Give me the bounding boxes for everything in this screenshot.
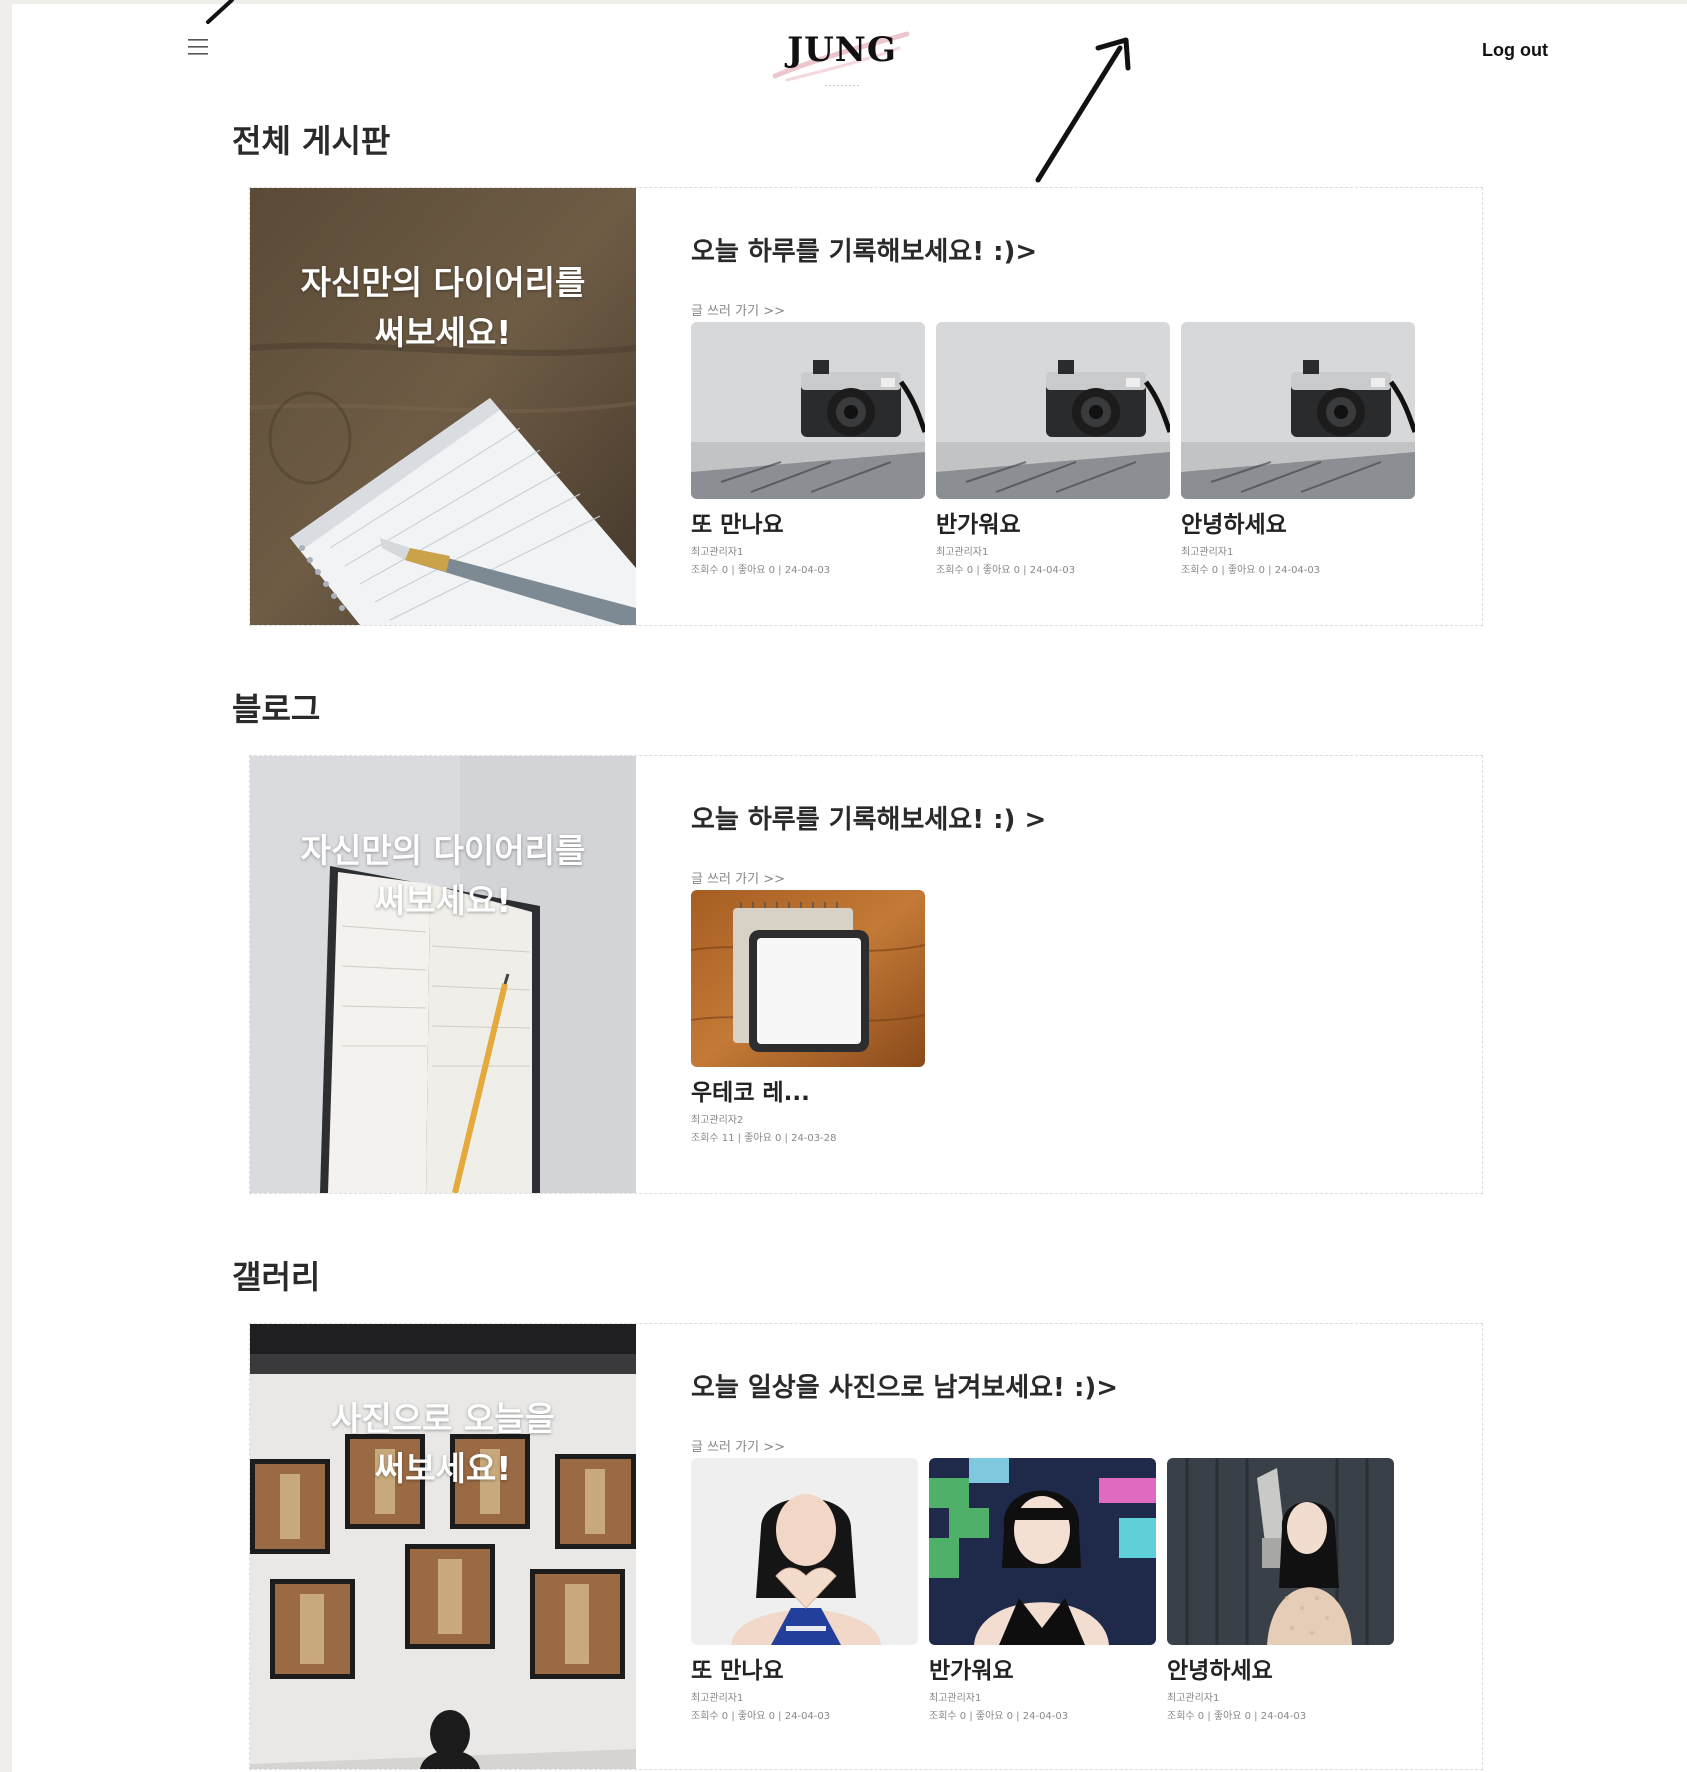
- post-title: 안녕하세요: [1167, 1658, 1273, 1684]
- banner-image-gallery-wall[interactable]: 사진으로 오늘을 써보세요!: [250, 1324, 636, 1769]
- write-post-link[interactable]: 글 쓰러 가기 >>: [691, 300, 785, 319]
- banner-image-planner-pencil[interactable]: 자신만의 다이어리를 써보세요!: [250, 756, 636, 1193]
- post-card[interactable]: 안녕하세요 최고관리자1 조회수 0 | 좋아요 0 | 24-04-03: [1181, 322, 1415, 576]
- post-thumbnail-photo: [1167, 1458, 1394, 1645]
- logo[interactable]: JUNG: [767, 26, 917, 86]
- banner-text-line2: 써보세요!: [374, 881, 512, 920]
- post-meta: 조회수 0 | 좋아요 0 | 24-04-03: [1167, 1711, 1307, 1722]
- section-title-gallery: 갤러리: [232, 1258, 321, 1296]
- section-title-blog: 블로그: [232, 690, 321, 728]
- board-card-blog: 자신만의 다이어리를 써보세요! 오늘 하루를 기록해보세요! :) > 글 쓰…: [249, 755, 1483, 1194]
- post-title: 또 만나요: [691, 512, 784, 538]
- post-author: 최고관리자1: [691, 547, 744, 558]
- page: JUNG Log out 전체 게시판 자신만의 다이어리를 써보세요! 오늘 …: [12, 4, 1687, 1772]
- logo-text: JUNG: [787, 30, 897, 70]
- banner-text-line1: 자신만의 다이어리를: [300, 831, 586, 870]
- post-meta: 조회수 0 | 좋아요 0 | 24-04-03: [936, 565, 1076, 576]
- banner-image-notebook-pen[interactable]: 자신만의 다이어리를 써보세요!: [250, 188, 636, 625]
- post-thumbnail-camera: [936, 322, 1170, 499]
- post-title: 안녕하세요: [1181, 512, 1287, 538]
- post-title: 또 만나요: [691, 1658, 784, 1684]
- board-card-all: 자신만의 다이어리를 써보세요! 오늘 하루를 기록해보세요! :)> 글 쓰러…: [249, 187, 1483, 626]
- post-thumbnail-photo: [929, 1458, 1156, 1645]
- board-heading-link[interactable]: 오늘 일상을 사진으로 남겨보세요! :)>: [691, 1367, 1118, 1404]
- board-heading-link[interactable]: 오늘 하루를 기록해보세요! :)>: [691, 231, 1037, 268]
- post-thumbnail-tablet: [691, 890, 925, 1067]
- post-card[interactable]: 반가워요 최고관리자1 조회수 0 | 좋아요 0 | 24-04-03: [929, 1458, 1156, 1722]
- board-card-gallery: 사진으로 오늘을 써보세요! 오늘 일상을 사진으로 남겨보세요! :)> 글 …: [249, 1323, 1483, 1770]
- post-author: 최고관리자1: [691, 1693, 744, 1704]
- board-heading-link[interactable]: 오늘 하루를 기록해보세요! :) >: [691, 799, 1046, 836]
- post-meta: 조회수 0 | 좋아요 0 | 24-04-03: [1181, 565, 1321, 576]
- post-thumbnail-camera: [691, 322, 925, 499]
- write-post-link[interactable]: 글 쓰러 가기 >>: [691, 1436, 785, 1455]
- post-author: 최고관리자1: [1167, 1693, 1220, 1704]
- post-title: 반가워요: [936, 512, 1021, 538]
- write-post-link[interactable]: 글 쓰러 가기 >>: [691, 868, 785, 887]
- hamburger-icon[interactable]: [187, 37, 209, 57]
- post-card[interactable]: 안녕하세요 최고관리자1 조회수 0 | 좋아요 0 | 24-04-03: [1167, 1458, 1394, 1722]
- post-author: 최고관리자1: [1181, 547, 1234, 558]
- banner-text-line1: 자신만의 다이어리를: [300, 263, 586, 302]
- post-card[interactable]: 또 만나요 최고관리자1 조회수 0 | 좋아요 0 | 24-04-03: [691, 322, 925, 576]
- post-card[interactable]: 우테코 레... 최고관리자2 조회수 11 | 좋아요 0 | 24-03-2…: [691, 890, 925, 1144]
- post-meta: 조회수 0 | 좋아요 0 | 24-04-03: [691, 1711, 831, 1722]
- post-title: 우테코 레...: [691, 1080, 810, 1106]
- post-card[interactable]: 반가워요 최고관리자1 조회수 0 | 좋아요 0 | 24-04-03: [936, 322, 1170, 576]
- banner-text-line2: 써보세요!: [374, 313, 512, 352]
- post-title: 반가워요: [929, 1658, 1014, 1684]
- section-title-all-board: 전체 게시판: [232, 122, 391, 160]
- post-thumbnail-camera: [1181, 322, 1415, 499]
- post-meta: 조회수 0 | 좋아요 0 | 24-04-03: [929, 1711, 1069, 1722]
- post-thumbnail-photo: [691, 1458, 918, 1645]
- post-author: 최고관리자1: [936, 547, 989, 558]
- banner-text-line2: 써보세요!: [374, 1449, 512, 1488]
- logout-button[interactable]: Log out: [1482, 40, 1548, 61]
- post-meta: 조회수 0 | 좋아요 0 | 24-04-03: [691, 565, 831, 576]
- post-card[interactable]: 또 만나요 최고관리자1 조회수 0 | 좋아요 0 | 24-04-03: [691, 1458, 918, 1722]
- post-author: 최고관리자1: [929, 1693, 982, 1704]
- post-author: 최고관리자2: [691, 1115, 744, 1126]
- post-meta: 조회수 11 | 좋아요 0 | 24-03-28: [691, 1133, 837, 1144]
- banner-text-line1: 사진으로 오늘을: [330, 1399, 555, 1438]
